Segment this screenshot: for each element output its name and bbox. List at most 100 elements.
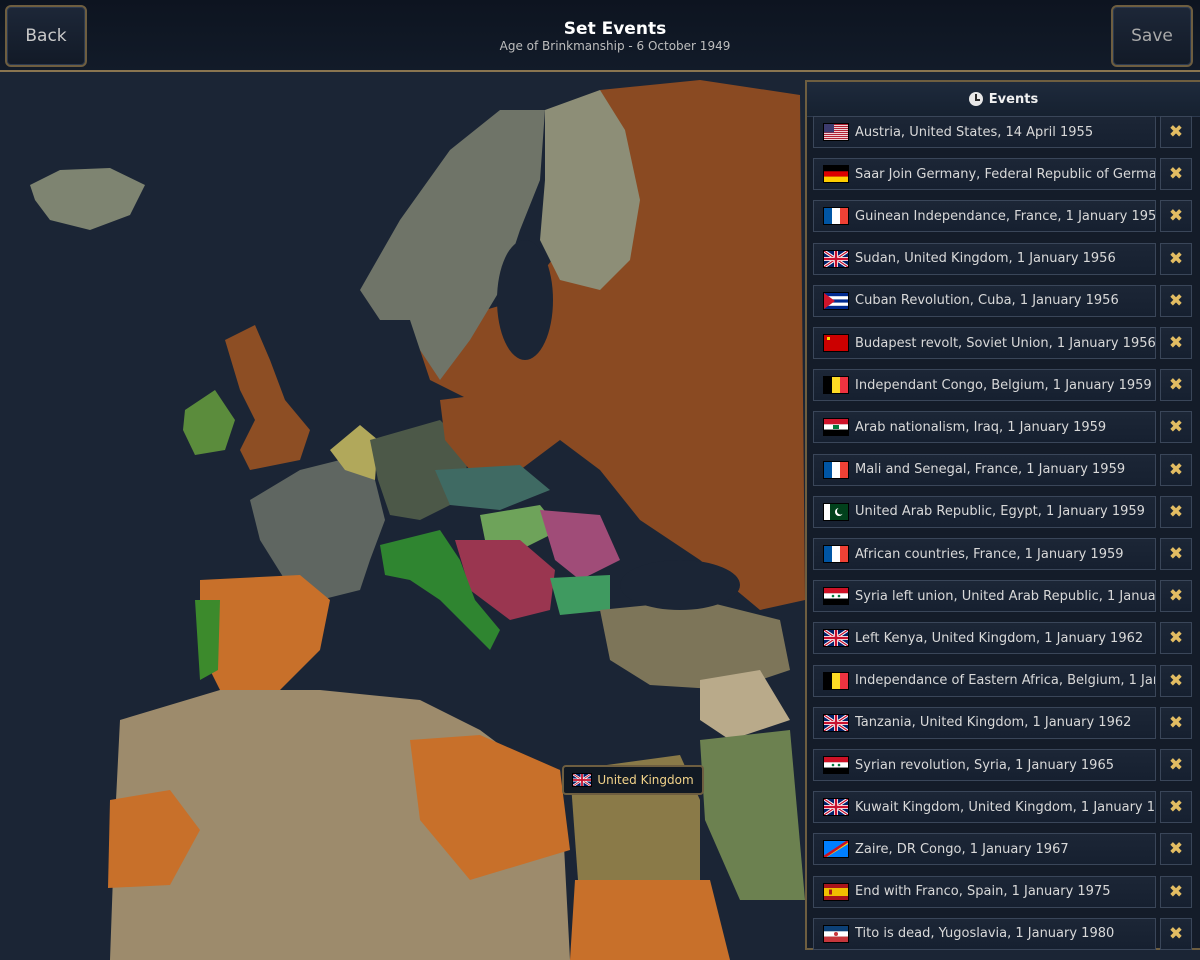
event-label: Budapest revolt, Soviet Union, 1 January… <box>855 335 1155 351</box>
event-item[interactable]: Tanzania, United Kingdom, 1 January 1962 <box>813 706 1156 739</box>
yugoslavia-flag-icon <box>823 924 849 943</box>
black-sea <box>620 560 740 610</box>
country-tooltip: United Kingdom <box>562 765 704 795</box>
event-label: Independance of Eastern Africa, Belgium,… <box>855 673 1155 689</box>
remove-event-button[interactable]: ✖ <box>1160 875 1192 908</box>
event-item[interactable]: Independant Congo, Belgium, 1 January 19… <box>813 369 1156 402</box>
remove-event-button[interactable]: ✖ <box>1160 158 1192 191</box>
event-row[interactable]: United Arab Republic, Egypt, 1 January 1… <box>813 495 1200 530</box>
remove-event-button[interactable]: ✖ <box>1160 917 1192 950</box>
event-row[interactable]: Guinean Independance, France, 1 January … <box>813 200 1200 234</box>
event-row[interactable]: Budapest revolt, Soviet Union, 1 January… <box>813 327 1200 361</box>
event-label: Tanzania, United Kingdom, 1 January 1962 <box>855 715 1132 731</box>
remove-event-button[interactable]: ✖ <box>1160 116 1192 148</box>
event-item[interactable]: Kuwait Kingdom, United Kingdom, 1 Januar… <box>813 791 1156 824</box>
page-title: Set Events <box>563 19 667 39</box>
event-label: Guinean Independance, France, 1 January … <box>855 208 1155 224</box>
event-label: Mali and Senegal, France, 1 January 1959 <box>855 462 1126 478</box>
belgium-flag-icon <box>823 376 849 395</box>
event-label: Saar Join Germany, Federal Republic of G… <box>855 166 1155 182</box>
event-item[interactable]: Left Kenya, United Kingdom, 1 January 19… <box>813 622 1156 655</box>
event-label: Cuban Revolution, Cuba, 1 January 1956 <box>855 293 1119 309</box>
event-row[interactable]: Tito is dead, Yugoslavia, 1 January 1980… <box>813 917 1200 952</box>
belgium-flag-icon <box>823 671 849 690</box>
event-item[interactable]: End with Franco, Spain, 1 January 1975 <box>813 875 1156 908</box>
remove-event-button[interactable]: ✖ <box>1160 453 1192 486</box>
uk-flag-icon <box>572 773 593 787</box>
event-label: End with Franco, Spain, 1 January 1975 <box>855 884 1111 900</box>
germany-flag-icon <box>823 165 849 184</box>
event-row[interactable]: Left Kenya, United Kingdom, 1 January 19… <box>813 622 1200 656</box>
remove-event-button[interactable]: ✖ <box>1160 833 1192 866</box>
back-button[interactable]: Back <box>5 5 87 67</box>
event-item[interactable]: Saar Join Germany, Federal Republic of G… <box>813 158 1156 191</box>
event-item[interactable]: Cuban Revolution, Cuba, 1 January 1956 <box>813 284 1156 317</box>
event-item[interactable]: Budapest revolt, Soviet Union, 1 January… <box>813 327 1156 359</box>
uk-flag-icon <box>823 798 849 817</box>
event-label: Left Kenya, United Kingdom, 1 January 19… <box>855 630 1144 646</box>
iraq-flag-icon <box>823 418 849 437</box>
remove-event-button[interactable]: ✖ <box>1160 242 1192 275</box>
syria-flag-icon <box>823 756 849 774</box>
remove-event-button[interactable]: ✖ <box>1160 706 1192 739</box>
event-item[interactable]: United Arab Republic, Egypt, 1 January 1… <box>813 495 1156 528</box>
region-sudan[interactable] <box>570 880 730 960</box>
event-label: African countries, France, 1 January 195… <box>855 546 1124 562</box>
event-item[interactable]: Sudan, United Kingdom, 1 January 1956 <box>813 242 1156 275</box>
event-item[interactable]: African countries, France, 1 January 195… <box>813 538 1156 570</box>
event-row[interactable]: End with Franco, Spain, 1 January 1975 ✖ <box>813 875 1200 910</box>
remove-event-button[interactable]: ✖ <box>1160 622 1192 655</box>
event-row[interactable]: Austria, United States, 14 April 1955 ✖ <box>813 116 1200 150</box>
event-label: Austria, United States, 14 April 1955 <box>855 124 1094 140</box>
event-item[interactable]: Guinean Independance, France, 1 January … <box>813 200 1156 233</box>
us-flag-icon <box>823 123 849 141</box>
event-item[interactable]: Syrian revolution, Syria, 1 January 1965 <box>813 749 1156 781</box>
event-row[interactable]: Tanzania, United Kingdom, 1 January 1962… <box>813 706 1200 741</box>
event-row[interactable]: Kuwait Kingdom, United Kingdom, 1 Januar… <box>813 791 1200 825</box>
event-row[interactable]: Mali and Senegal, France, 1 January 1959… <box>813 453 1200 488</box>
event-item[interactable]: Austria, United States, 14 April 1955 <box>813 116 1156 148</box>
remove-event-button[interactable]: ✖ <box>1160 369 1192 402</box>
event-label: Syrian revolution, Syria, 1 January 1965 <box>855 757 1114 773</box>
remove-event-button[interactable]: ✖ <box>1160 664 1192 697</box>
remove-event-button[interactable]: ✖ <box>1160 284 1192 317</box>
clock-icon <box>968 92 983 106</box>
remove-event-button[interactable]: ✖ <box>1160 791 1192 824</box>
event-row[interactable]: Syria left union, United Arab Republic, … <box>813 580 1200 614</box>
event-item[interactable]: Tito is dead, Yugoslavia, 1 January 1980 <box>813 917 1156 950</box>
event-item[interactable]: Arab nationalism, Iraq, 1 January 1959 <box>813 411 1156 444</box>
save-button[interactable]: Save <box>1111 5 1193 67</box>
uk-flag-icon <box>823 713 849 732</box>
remove-event-button[interactable]: ✖ <box>1160 538 1192 570</box>
event-item[interactable]: Zaire, DR Congo, 1 January 1967 <box>813 833 1156 866</box>
remove-event-button[interactable]: ✖ <box>1160 200 1192 233</box>
remove-event-button[interactable]: ✖ <box>1160 580 1192 613</box>
spain-flag-icon <box>823 882 849 901</box>
france-flag-icon <box>823 460 849 479</box>
event-item[interactable]: Syria left union, United Arab Republic, … <box>813 580 1156 613</box>
event-row[interactable]: Sudan, United Kingdom, 1 January 1956 ✖ <box>813 242 1200 277</box>
event-label: Tito is dead, Yugoslavia, 1 January 1980 <box>855 926 1115 942</box>
event-row[interactable]: Syrian revolution, Syria, 1 January 1965… <box>813 749 1200 783</box>
uk-flag-icon <box>823 629 849 648</box>
egypt-flag-icon <box>823 502 849 521</box>
remove-event-button[interactable]: ✖ <box>1160 495 1192 528</box>
event-item[interactable]: Independance of Eastern Africa, Belgium,… <box>813 664 1156 697</box>
tooltip-country-name: United Kingdom <box>597 773 694 787</box>
event-item[interactable]: Mali and Senegal, France, 1 January 1959 <box>813 453 1156 486</box>
region-bulgaria[interactable] <box>550 575 610 615</box>
event-row[interactable]: Independant Congo, Belgium, 1 January 19… <box>813 369 1200 403</box>
event-row[interactable]: African countries, France, 1 January 195… <box>813 538 1200 572</box>
event-row[interactable]: Independance of Eastern Africa, Belgium,… <box>813 664 1200 699</box>
remove-event-button[interactable]: ✖ <box>1160 327 1192 359</box>
event-label: Syria left union, United Arab Republic, … <box>855 588 1155 604</box>
event-row[interactable]: Arab nationalism, Iraq, 1 January 1959 ✖ <box>813 411 1200 445</box>
remove-event-button[interactable]: ✖ <box>1160 749 1192 781</box>
remove-event-button[interactable]: ✖ <box>1160 411 1192 444</box>
event-row[interactable]: Cuban Revolution, Cuba, 1 January 1956 ✖ <box>813 284 1200 319</box>
event-row[interactable]: Zaire, DR Congo, 1 January 1967 ✖ <box>813 833 1200 867</box>
events-panel-header: Events <box>807 82 1200 117</box>
events-panel-title: Events <box>988 91 1039 107</box>
event-row[interactable]: Saar Join Germany, Federal Republic of G… <box>813 158 1200 192</box>
event-label: United Arab Republic, Egypt, 1 January 1… <box>855 504 1145 520</box>
